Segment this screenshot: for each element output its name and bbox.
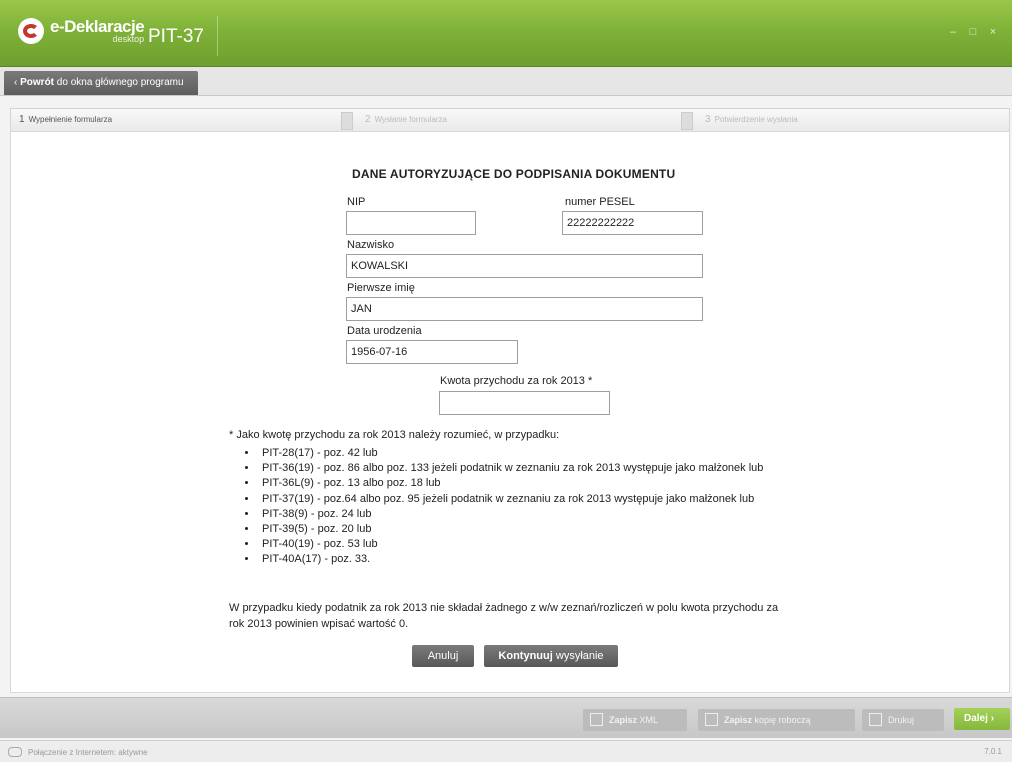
connection-icon xyxy=(8,747,22,757)
wizard-steps: 1 Wypełnienie formularza 2 Wysłanie formul… xyxy=(10,108,1010,132)
step-2: 2 Wysłanie formularza xyxy=(365,109,447,131)
app-title: PIT-37 xyxy=(148,26,204,47)
list-item: PIT-40(19) - poz. 53 lub xyxy=(258,537,763,552)
back-bar: ‹ Powrót do okna głównego programu xyxy=(0,67,1012,96)
cancel-button[interactable]: Anuluj xyxy=(412,645,474,667)
title-bar: e-Deklaracje desktop PIT-37 – □ × xyxy=(0,0,1012,67)
title-separator xyxy=(217,16,218,56)
back-arrow-icon: ‹ xyxy=(14,77,18,88)
continue-sending-button[interactable]: Kontynuuj wysyłanie xyxy=(484,645,618,667)
note-intro: * Jako kwotę przychodu za rok 2013 należ… xyxy=(229,429,560,441)
save-draft-button[interactable]: Zapisz kopię roboczą xyxy=(698,709,855,731)
step-2-label: Wysłanie formularza xyxy=(374,115,447,124)
step-3-num: 3 xyxy=(705,114,711,125)
list-item: PIT-37(19) - poz.64 albo poz. 95 jeżeli … xyxy=(258,492,763,507)
note-list: PIT-28(17) - poz. 42 lub PIT-36(19) - po… xyxy=(240,446,763,568)
list-item: PIT-36(19) - poz. 86 albo poz. 133 jeżel… xyxy=(258,461,763,476)
save-xml-bold: Zapisz xyxy=(609,715,638,725)
list-item: PIT-38(9) - poz. 24 lub xyxy=(258,507,763,522)
pesel-input[interactable] xyxy=(562,211,703,235)
income-label: Kwota przychodu za rok 2013 * xyxy=(440,375,593,387)
back-label-bold: Powrót xyxy=(20,77,55,88)
continue-label-bold: Kontynuuj xyxy=(498,650,553,662)
birthdate-input[interactable] xyxy=(346,340,518,364)
next-button[interactable]: Dalej › xyxy=(954,708,1010,730)
chevron-right-icon: › xyxy=(990,713,995,724)
close-icon[interactable]: × xyxy=(986,26,1000,38)
print-button[interactable]: Drukuj xyxy=(862,709,944,731)
logo-mark-icon xyxy=(18,18,44,44)
back-label-rest: do okna głównego programu xyxy=(54,77,184,88)
income-input[interactable] xyxy=(439,391,610,415)
save-xml-rest: XML xyxy=(637,715,659,725)
step-divider xyxy=(341,112,353,130)
birthdate-label: Data urodzenia xyxy=(347,325,422,337)
list-item: PIT-28(17) - poz. 42 lub xyxy=(258,446,763,461)
window-controls: – □ × xyxy=(946,26,1000,38)
bottom-toolbar: Zapisz XML Zapisz kopię roboczą Drukuj xyxy=(0,697,1012,738)
back-to-main-button[interactable]: ‹ Powrót do okna głównego programu xyxy=(4,71,198,95)
firstname-input[interactable] xyxy=(346,297,703,321)
form-heading: DANE AUTORYZUJĄCE DO PODPISANIA DOKUMENT… xyxy=(352,167,676,181)
save-draft-bold: Zapisz xyxy=(724,715,753,725)
printer-icon xyxy=(869,713,882,726)
note-paragraph: W przypadku kiedy podatnik za rok 2013 n… xyxy=(229,602,779,630)
nip-label: NIP xyxy=(347,196,366,208)
firstname-label: Pierwsze imię xyxy=(347,282,415,294)
step-1-label: Wypełnienie formularza xyxy=(28,115,113,124)
save-draft-rest: kopię roboczą xyxy=(752,715,811,725)
step-3: 3 Potwierdzenie wysłania xyxy=(705,109,798,131)
list-item: PIT-39(5) - poz. 20 lub xyxy=(258,522,763,537)
next-label: Dalej xyxy=(964,713,988,724)
step-divider xyxy=(681,112,693,130)
nip-input[interactable] xyxy=(346,211,476,235)
step-1-num: 1 xyxy=(19,114,25,125)
pesel-label: numer PESEL xyxy=(565,196,635,208)
step-2-num: 2 xyxy=(365,114,371,125)
version-label: 7.0.1 xyxy=(984,747,1002,756)
step-3-label: Potwierdzenie wysłania xyxy=(714,115,798,124)
app-logo: e-Deklaracje desktop xyxy=(18,17,145,44)
disk-icon xyxy=(590,713,603,726)
save-xml-button[interactable]: Zapisz XML xyxy=(583,709,687,731)
list-item: PIT-36L(9) - poz. 13 albo poz. 18 lub xyxy=(258,476,763,491)
logo-text: e-Deklaracje xyxy=(50,17,145,36)
list-item: PIT-40A(17) - poz. 33. xyxy=(258,552,763,567)
surname-label: Nazwisko xyxy=(347,239,395,251)
status-bar: Połączenie z Internetem: aktywne 7.0.1 xyxy=(0,740,1012,762)
continue-label-rest: wysyłanie xyxy=(552,650,604,662)
minimize-icon[interactable]: – xyxy=(946,26,960,38)
surname-input[interactable] xyxy=(346,254,703,278)
step-1: 1 Wypełnienie formularza xyxy=(19,109,112,131)
logo-subtext: desktop xyxy=(112,34,145,44)
connection-status: Połączenie z Internetem: aktywne xyxy=(28,747,148,757)
disk-icon xyxy=(705,713,718,726)
print-label: Drukuj xyxy=(888,715,915,725)
maximize-icon[interactable]: □ xyxy=(966,26,980,38)
